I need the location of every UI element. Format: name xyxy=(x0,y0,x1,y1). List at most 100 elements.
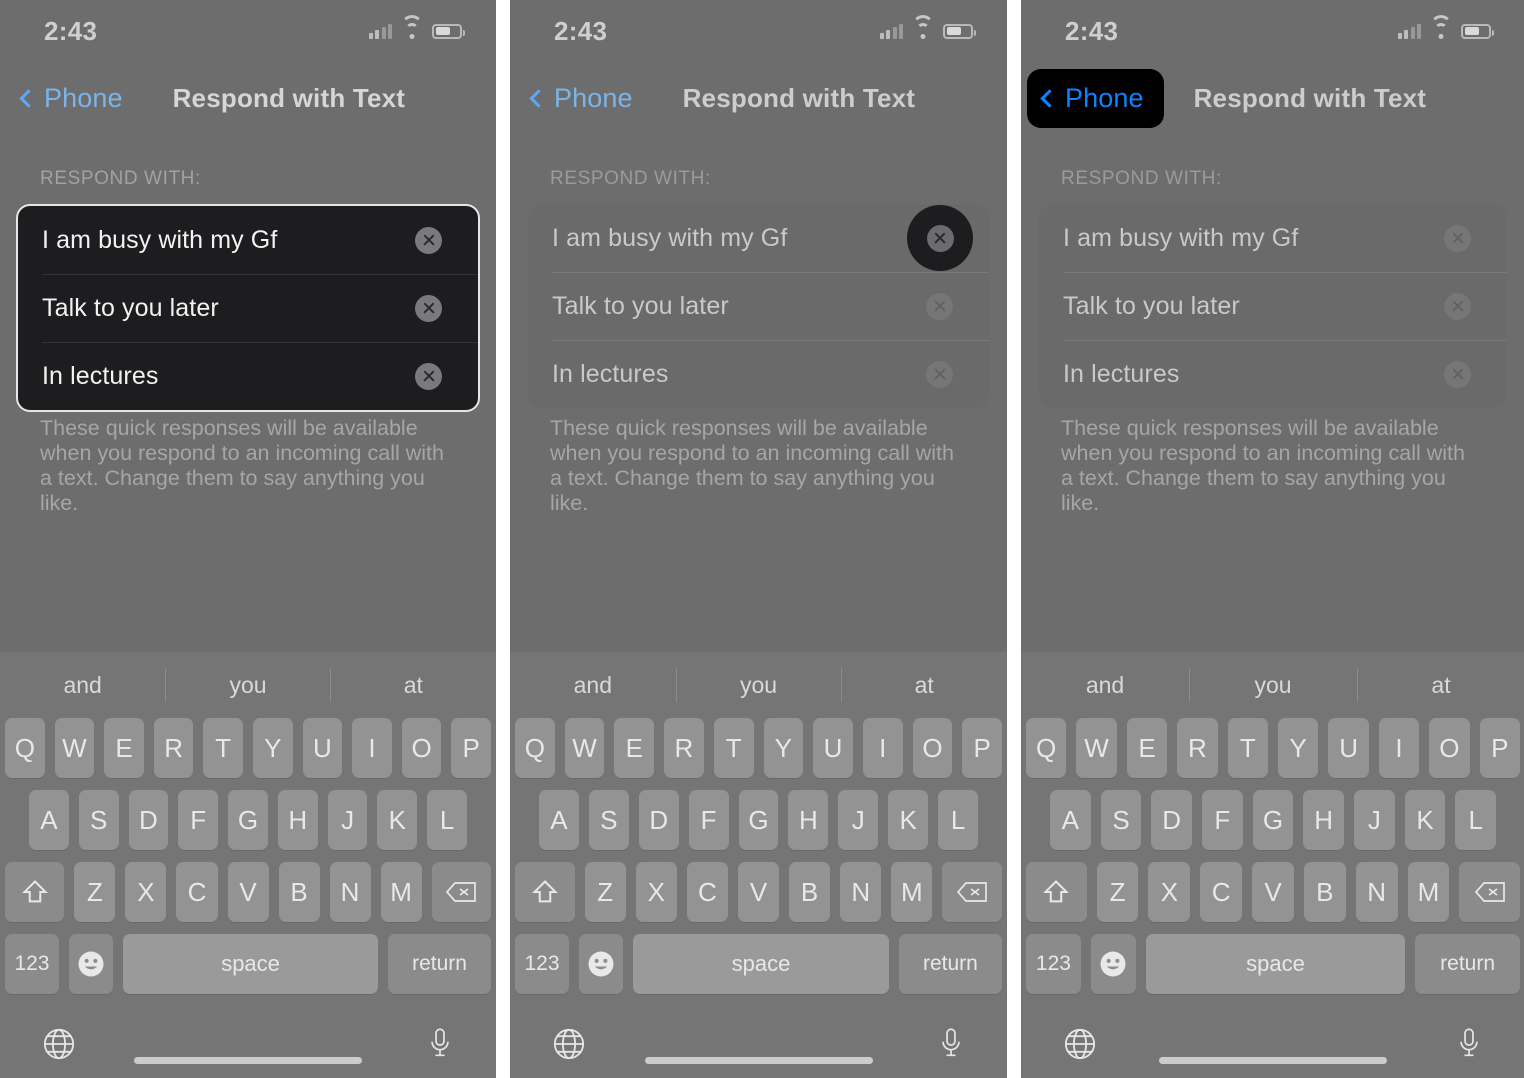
key-s[interactable]: S xyxy=(1100,790,1142,850)
key-h[interactable]: H xyxy=(277,790,318,850)
response-row[interactable]: I am busy with my Gf xyxy=(1039,204,1507,272)
suggestion-item[interactable]: and xyxy=(1021,672,1189,699)
key-e[interactable]: E xyxy=(104,718,144,778)
key-u[interactable]: U xyxy=(1328,718,1369,778)
key-d[interactable]: D xyxy=(1151,790,1192,850)
delete-circle-x-icon[interactable] xyxy=(1444,360,1471,388)
delete-circle-x-icon[interactable] xyxy=(415,226,442,254)
key-w[interactable]: W xyxy=(564,718,605,778)
suggestion-item[interactable]: you xyxy=(165,672,330,699)
suggestion-item[interactable]: you xyxy=(1189,672,1357,699)
key-o[interactable]: O xyxy=(401,718,442,778)
key-k[interactable]: K xyxy=(1404,790,1446,850)
key-m[interactable]: M xyxy=(1407,862,1450,922)
response-row[interactable]: I am busy with my Gf xyxy=(528,204,989,272)
key-i[interactable]: I xyxy=(352,718,392,778)
key-e[interactable]: E xyxy=(1126,718,1168,778)
key-p[interactable]: P xyxy=(451,718,491,778)
response-row[interactable]: I am busy with my Gf xyxy=(18,206,478,274)
return-key[interactable]: return xyxy=(1415,934,1520,994)
shift-arrow-up-icon[interactable] xyxy=(515,862,575,922)
key-c[interactable]: C xyxy=(1200,862,1243,922)
key-v[interactable]: V xyxy=(737,862,780,922)
key-d[interactable]: D xyxy=(128,790,169,850)
key-p[interactable]: P xyxy=(962,718,1003,778)
key-m[interactable]: M xyxy=(891,862,933,922)
key-j[interactable]: J xyxy=(1354,790,1395,850)
globe-language-icon[interactable] xyxy=(42,1027,76,1061)
key-z[interactable]: Z xyxy=(1096,862,1139,922)
key-r[interactable]: R xyxy=(153,718,194,778)
key-a[interactable]: A xyxy=(1049,790,1091,850)
back-button[interactable]: Phone xyxy=(6,69,143,128)
key-b[interactable]: B xyxy=(278,862,320,922)
key-k[interactable]: K xyxy=(888,790,929,850)
key-y[interactable]: Y xyxy=(253,718,293,778)
key-h[interactable]: H xyxy=(788,790,829,850)
delete-circle-x-icon[interactable] xyxy=(926,224,954,252)
backspace-delete-icon[interactable] xyxy=(1459,862,1520,922)
key-a[interactable]: A xyxy=(28,790,69,850)
delete-circle-x-icon[interactable] xyxy=(1444,224,1471,252)
globe-language-icon[interactable] xyxy=(1063,1027,1097,1061)
key-c[interactable]: C xyxy=(176,862,218,922)
key-j[interactable]: J xyxy=(327,790,368,850)
shift-arrow-up-icon[interactable] xyxy=(1026,862,1087,922)
key-d[interactable]: D xyxy=(638,790,679,850)
suggestion-item[interactable]: and xyxy=(510,672,676,699)
key-n[interactable]: N xyxy=(329,862,371,922)
microphone-icon[interactable] xyxy=(937,1027,965,1061)
key-w[interactable]: W xyxy=(54,718,95,778)
key-t[interactable]: T xyxy=(1227,718,1268,778)
key-l[interactable]: L xyxy=(1455,790,1497,850)
key-e[interactable]: E xyxy=(614,718,655,778)
key-f[interactable]: F xyxy=(1202,790,1243,850)
suggestion-item[interactable]: and xyxy=(0,672,165,699)
space-key[interactable]: space xyxy=(123,934,379,994)
delete-circle-x-icon[interactable] xyxy=(415,362,442,390)
suggestion-item[interactable]: at xyxy=(1357,672,1524,699)
key-i[interactable]: I xyxy=(862,718,903,778)
numbers-key[interactable]: 123 xyxy=(5,934,59,994)
key-x[interactable]: X xyxy=(635,862,677,922)
key-u[interactable]: U xyxy=(813,718,853,778)
key-o[interactable]: O xyxy=(1429,718,1470,778)
microphone-icon[interactable] xyxy=(426,1027,454,1061)
response-row[interactable]: Talk to you later xyxy=(1039,272,1507,340)
key-n[interactable]: N xyxy=(840,862,882,922)
delete-circle-x-icon[interactable] xyxy=(1444,292,1471,320)
emoji-smiley-icon[interactable] xyxy=(68,934,114,994)
key-x[interactable]: X xyxy=(125,862,167,922)
response-row[interactable]: Talk to you later xyxy=(528,272,989,340)
return-key[interactable]: return xyxy=(388,934,491,994)
key-s[interactable]: S xyxy=(588,790,629,850)
key-b[interactable]: B xyxy=(1303,862,1346,922)
key-q[interactable]: Q xyxy=(514,718,555,778)
back-button[interactable]: Phone xyxy=(1027,68,1164,128)
key-p[interactable]: P xyxy=(1479,718,1521,778)
key-m[interactable]: M xyxy=(380,862,422,922)
key-c[interactable]: C xyxy=(686,862,728,922)
key-s[interactable]: S xyxy=(78,790,119,850)
response-row[interactable]: In lectures xyxy=(528,340,989,408)
key-h[interactable]: H xyxy=(1303,790,1345,850)
key-o[interactable]: O xyxy=(912,718,953,778)
response-row[interactable]: In lectures xyxy=(1039,340,1507,408)
emoji-smiley-icon[interactable] xyxy=(1090,934,1136,994)
key-v[interactable]: V xyxy=(227,862,269,922)
response-row[interactable]: In lectures xyxy=(18,342,478,410)
suggestion-item[interactable]: at xyxy=(331,672,496,699)
key-r[interactable]: R xyxy=(664,718,704,778)
key-y[interactable]: Y xyxy=(763,718,804,778)
key-q[interactable]: Q xyxy=(5,718,45,778)
key-z[interactable]: Z xyxy=(584,862,626,922)
key-v[interactable]: V xyxy=(1252,862,1294,922)
key-k[interactable]: K xyxy=(377,790,418,850)
key-r[interactable]: R xyxy=(1177,718,1218,778)
key-l[interactable]: L xyxy=(938,790,979,850)
delete-circle-x-icon[interactable] xyxy=(926,360,953,388)
response-row[interactable]: Talk to you later xyxy=(18,274,478,342)
key-x[interactable]: X xyxy=(1148,862,1191,922)
globe-language-icon[interactable] xyxy=(552,1027,586,1061)
emoji-smiley-icon[interactable] xyxy=(579,934,624,994)
